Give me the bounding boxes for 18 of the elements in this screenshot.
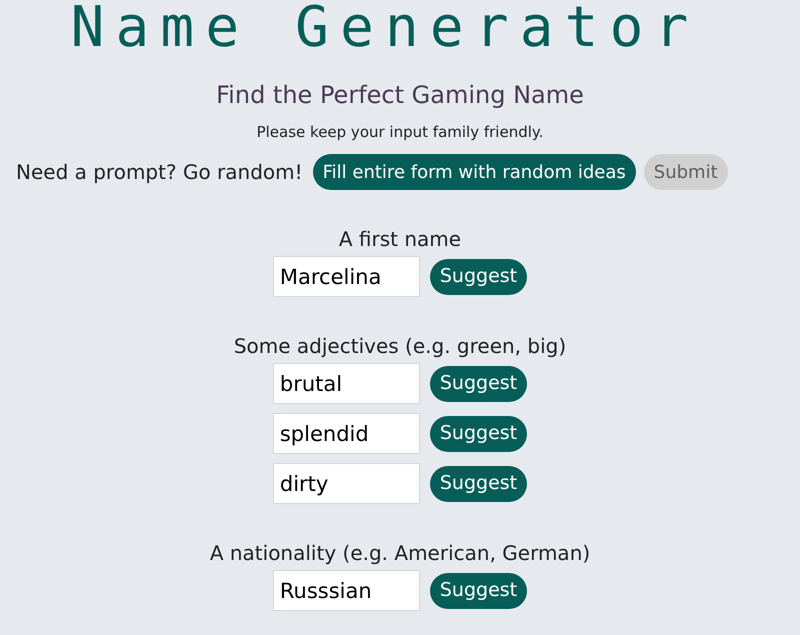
text-field[interactable]: dirty — [272, 463, 420, 504]
field-label: Some adjectives (e.g. green, big) — [234, 333, 566, 360]
field-label: A nationality (e.g. American, German) — [210, 540, 590, 567]
suggest-button[interactable]: Suggest — [430, 466, 528, 502]
text-field[interactable]: Marcelina — [272, 256, 420, 297]
text-field[interactable]: Russsian — [272, 570, 420, 611]
text-field[interactable]: splendid — [272, 413, 420, 454]
suggest-button[interactable]: Suggest — [430, 416, 528, 452]
suggest-button[interactable]: Suggest — [430, 258, 528, 294]
field-label: A first name — [338, 226, 462, 253]
page-title: Name Generator — [70, 0, 700, 60]
prompt-text: Need a prompt? Go random! — [16, 159, 303, 186]
notice-text: Please keep your input family friendly. — [256, 122, 544, 142]
suggest-button[interactable]: Suggest — [430, 366, 528, 402]
suggest-button[interactable]: Suggest — [430, 572, 528, 608]
text-field[interactable]: brutal — [272, 363, 420, 404]
fill-random-button[interactable]: Fill entire form with random ideas — [312, 154, 636, 190]
subtitle: Find the Perfect Gaming Name — [216, 80, 584, 110]
